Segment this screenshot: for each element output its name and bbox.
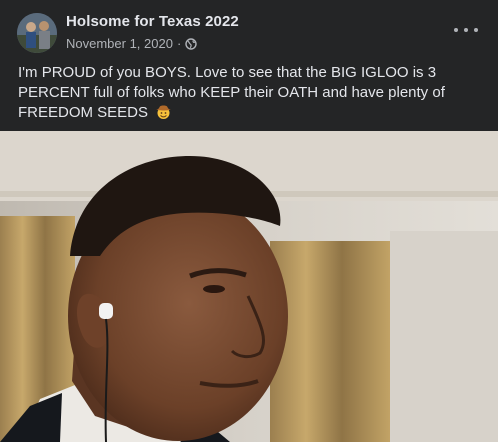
- author-name[interactable]: Holsome for Texas 2022: [66, 13, 239, 30]
- post-photo-image: [0, 131, 498, 442]
- post-meta: November 1, 2020 ·: [66, 36, 197, 51]
- post-text: I'm PROUD of you BOYS. Love to see that …: [18, 63, 488, 123]
- more-dot: [464, 28, 468, 32]
- more-dot: [454, 28, 458, 32]
- avatar[interactable]: [17, 13, 57, 53]
- facebook-post: Holsome for Texas 2022 November 1, 2020 …: [0, 0, 498, 442]
- more-dot: [474, 28, 478, 32]
- post-header: Holsome for Texas 2022 November 1, 2020 …: [0, 0, 498, 60]
- meta-separator: ·: [176, 36, 182, 51]
- globe-icon: [185, 37, 197, 50]
- avatar-image: [17, 13, 57, 53]
- cowboy-face-emoji: [156, 105, 172, 119]
- post-text-content: I'm PROUD of you BOYS. Love to see that …: [18, 64, 445, 121]
- post-photo[interactable]: [0, 131, 498, 442]
- post-date[interactable]: November 1, 2020: [66, 36, 173, 51]
- more-options-icon[interactable]: [454, 20, 478, 40]
